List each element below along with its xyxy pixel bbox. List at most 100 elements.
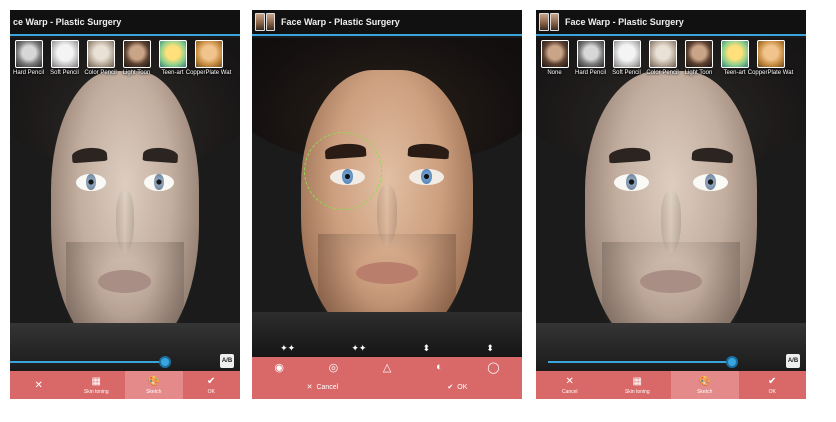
bottom-toolbar: ✕ ▦ Skin toning 🎨 Sketch ✔ OK xyxy=(10,371,240,399)
eye-region-tool-icon[interactable]: ◎ xyxy=(329,361,339,374)
compare-button[interactable]: A/B xyxy=(220,354,234,368)
filter-label: Color Pencil xyxy=(84,70,117,76)
filter-label: Teen-art xyxy=(723,70,746,76)
filter-thumbnail xyxy=(194,40,223,68)
skin-toning-button[interactable]: ▦ Skin toning xyxy=(68,371,126,399)
expand-vertical-icon[interactable]: ⬍ xyxy=(423,343,431,355)
ok-button[interactable]: ✔ OK xyxy=(739,371,807,399)
right-eyebrow xyxy=(691,146,734,164)
skin-toning-button[interactable]: ▦ Skin toning xyxy=(604,371,672,399)
filter-thumbnail xyxy=(122,40,151,68)
app-title: Face Warp - Plastic Surgery xyxy=(281,17,400,27)
filter-copperplate[interactable]: CopperPlate Wat xyxy=(186,40,231,88)
check-icon: ✔ xyxy=(768,375,777,387)
bottom-toolbar: ◉ ◎ △ ◐ ◯ ✕ Cancel ✔ OK xyxy=(252,357,522,399)
lips xyxy=(355,261,419,284)
filter-label: Teen-art xyxy=(161,70,184,76)
compare-button[interactable]: A/B xyxy=(786,354,800,368)
intensity-slider[interactable]: A/B xyxy=(10,352,240,372)
expand-vertical-icon[interactable]: ⬍ xyxy=(486,343,494,355)
slider-knob[interactable] xyxy=(159,356,171,368)
filter-thumbnail xyxy=(540,40,569,68)
filter-hard-pencil[interactable]: Hard Pencil xyxy=(574,40,607,88)
filter-soft-pencil[interactable]: Soft Pencil xyxy=(610,40,643,88)
filter-thumbnail xyxy=(158,40,187,68)
cancel-button[interactable]: ✕ xyxy=(10,371,68,399)
palette-icon: 🎨 xyxy=(698,375,711,387)
slider-track[interactable] xyxy=(548,361,733,363)
sketch-button[interactable]: 🎨 Sketch xyxy=(125,371,183,399)
app-icon xyxy=(539,13,559,31)
filter-label: Hard Pencil xyxy=(574,70,606,76)
title-bar: Face Warp - Plastic Surgery xyxy=(252,10,522,36)
face-photo[interactable] xyxy=(252,38,522,357)
sketch-label: Sketch xyxy=(697,388,713,395)
ok-button[interactable]: ✔ OK xyxy=(183,371,241,399)
left-eyebrow xyxy=(608,146,651,164)
filter-thumbnail xyxy=(86,40,115,68)
filter-label: Light Toon xyxy=(122,70,151,76)
filter-color-pencil[interactable]: Color Pencil xyxy=(84,40,117,88)
skin-toning-label: Skin toning xyxy=(624,388,650,395)
filter-label: Color Pencil xyxy=(646,70,679,76)
filter-strip[interactable]: None Hard Pencil Soft Pencil Color Penci… xyxy=(536,40,806,88)
filter-thumbnail xyxy=(720,40,749,68)
intensity-slider[interactable]: A/B xyxy=(536,352,806,372)
close-icon: ✕ xyxy=(565,375,574,387)
title-bar: ce Warp - Plastic Surgery xyxy=(10,10,240,36)
expand-horizontal-icon[interactable]: ✦✦ xyxy=(351,343,366,355)
filter-thumbnail xyxy=(50,40,79,68)
right-eye xyxy=(693,173,729,191)
filter-teen-art[interactable]: Teen-art xyxy=(718,40,751,88)
lips-tool-icon[interactable]: ◐ xyxy=(436,361,443,373)
warp-brush-circle[interactable] xyxy=(304,132,382,210)
face-shape-tool-icon[interactable]: ◯ xyxy=(487,361,499,374)
bottom-toolbar: ✕ Cancel ▦ Skin toning 🎨 Sketch ✔ OK xyxy=(536,371,806,399)
ok-button[interactable]: ✔ OK xyxy=(447,383,467,392)
sketch-label: Sketch xyxy=(146,388,162,395)
filter-copperplate[interactable]: CopperPlate Wat xyxy=(748,40,793,88)
palette-icon: 🎨 xyxy=(147,375,160,387)
check-icon: ✔ xyxy=(447,384,454,391)
filter-color-pencil[interactable]: Color Pencil xyxy=(646,40,679,88)
action-row: ✕ Cancel ✔ OK xyxy=(252,377,522,397)
filter-label: Soft Pencil xyxy=(50,70,79,76)
filter-teen-art[interactable]: Teen-art xyxy=(156,40,189,88)
screenshot-soft-sketch: Face Warp - Plastic Surgery None Hard Pe… xyxy=(536,10,806,399)
title-bar: Face Warp - Plastic Surgery xyxy=(536,10,806,36)
expand-horizontal-icon[interactable]: ✦✦ xyxy=(280,343,295,355)
cancel-button[interactable]: ✕ Cancel xyxy=(306,383,339,392)
ok-label: OK xyxy=(768,388,776,395)
screenshot-warp-tool: Face Warp - Plastic Surgery ✦✦ ✦✦ ⬍ ⬍ ◉ … xyxy=(252,10,522,399)
nose-tool-icon[interactable]: △ xyxy=(383,361,391,374)
filter-label: Hard Pencil xyxy=(12,70,44,76)
filter-soft-pencil[interactable]: Soft Pencil xyxy=(48,40,81,88)
filter-light-toon[interactable]: Light Toon xyxy=(120,40,153,88)
close-icon: ✕ xyxy=(34,379,43,391)
left-eye xyxy=(76,173,106,191)
filter-hard-pencil[interactable]: Hard Pencil xyxy=(12,40,45,88)
face-region xyxy=(51,71,199,356)
filter-label: CopperPlate Wat xyxy=(747,70,794,76)
filter-none[interactable]: None xyxy=(538,40,571,88)
slider-track[interactable] xyxy=(10,361,165,363)
app-icon xyxy=(255,13,275,31)
warp-direction-row: ✦✦ ✦✦ ⬍ ⬍ xyxy=(252,343,522,355)
filter-strip[interactable]: Hard Pencil Soft Pencil Color Pencil Lig… xyxy=(10,40,240,88)
close-icon: ✕ xyxy=(306,384,313,391)
skin-toning-icon: ▦ xyxy=(91,375,101,387)
filter-label: Light Toon xyxy=(684,70,713,76)
filter-label: None xyxy=(547,70,562,76)
eye-tool-icon[interactable]: ◉ xyxy=(274,361,284,374)
filter-light-toon[interactable]: Light Toon xyxy=(682,40,715,88)
cancel-button[interactable]: ✕ Cancel xyxy=(536,371,604,399)
ok-label: OK xyxy=(207,388,215,395)
filter-label: Soft Pencil xyxy=(612,70,641,76)
sketch-button[interactable]: 🎨 Sketch xyxy=(671,371,739,399)
skin-toning-icon: ▦ xyxy=(632,375,642,387)
face-region xyxy=(584,71,758,356)
check-icon: ✔ xyxy=(207,375,216,387)
right-eye xyxy=(144,173,174,191)
slider-knob[interactable] xyxy=(726,356,738,368)
screenshot-sketch-filter: ce Warp - Plastic Surgery Hard Pencil So… xyxy=(10,10,240,399)
